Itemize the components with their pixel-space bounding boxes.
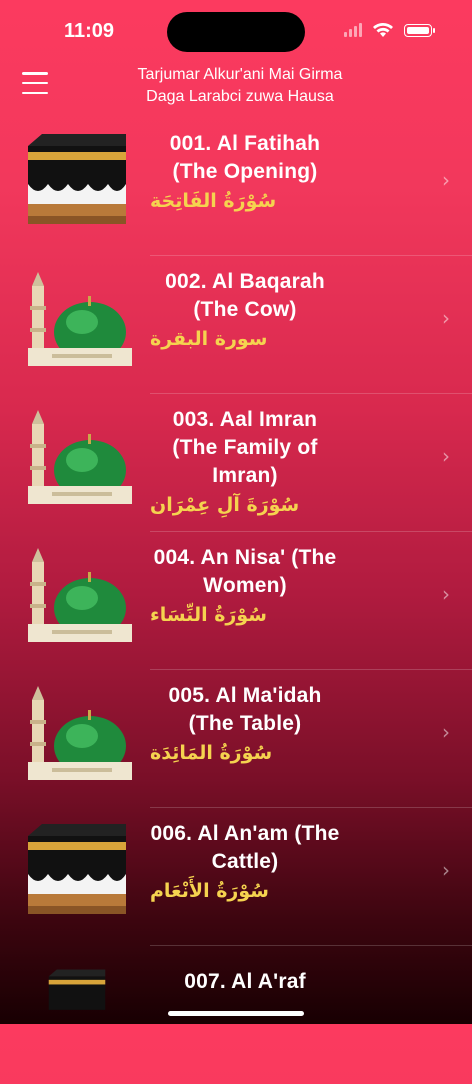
- nav-title-line2: Daga Larabci zuwa Hausa: [146, 88, 334, 105]
- surah-title: 007. Al A'raf: [184, 970, 306, 993]
- surah-row[interactable]: 002. Al Baqarah (The Cow) سورة البقرة ›: [0, 256, 472, 394]
- chevron-right-icon: ›: [442, 582, 450, 606]
- chevron-right-icon: ›: [442, 168, 450, 192]
- surah-row[interactable]: 003. Aal Imran (The Family of Imran) سُو…: [0, 394, 472, 532]
- menu-button[interactable]: [22, 72, 48, 94]
- surah-arabic-name: سُوْرَةُ الفَاتِحَة: [150, 190, 277, 212]
- chevron-right-icon: ›: [442, 444, 450, 468]
- status-time: 11:09: [64, 20, 115, 42]
- surah-texts: 003. Aal Imran (The Family of Imran) سُو…: [150, 406, 340, 520]
- surah-texts: 007. Al A'raf: [150, 968, 340, 996]
- surah-title: 001. Al Fatihah (The Opening): [169, 132, 321, 183]
- mosque-dome-icon: [28, 272, 132, 366]
- surah-title: 004. An Nisa' (The Women): [153, 546, 337, 597]
- surah-arabic-name: سُوْرَةُ النِّسَاء: [150, 604, 267, 626]
- kaaba-icon: [48, 969, 106, 1010]
- surah-texts: 005. Al Ma'idah (The Table) سُوْرَةُ الم…: [150, 682, 340, 768]
- menu-bar: [22, 81, 48, 85]
- surah-row[interactable]: 005. Al Ma'idah (The Table) سُوْرَةُ الم…: [0, 670, 472, 808]
- mosque-dome-icon: [28, 548, 132, 642]
- surah-title: 003. Aal Imran (The Family of Imran): [172, 408, 318, 487]
- surah-arabic-name: سورة البقرة: [150, 328, 268, 350]
- surah-title: 006. Al An'am (The Cattle): [150, 822, 340, 873]
- mosque-dome-icon: [28, 686, 132, 780]
- kaaba-icon: [28, 134, 126, 224]
- mosque-dome-icon: [28, 410, 132, 504]
- surah-list: 001. Al Fatihah (The Opening) سُوْرَةُ ا…: [0, 118, 472, 1084]
- surah-texts: 001. Al Fatihah (The Opening) سُوْرَةُ ا…: [150, 130, 340, 216]
- surah-row[interactable]: 006. Al An'am (The Cattle) سُوْرَةُ الأَ…: [0, 808, 472, 946]
- menu-bar: [22, 91, 48, 94]
- chevron-right-icon: ›: [442, 858, 450, 882]
- dynamic-island: [167, 12, 305, 52]
- surah-arabic-name: سُوْرَةَ آلِ عِمْرَان: [150, 494, 300, 516]
- nav-title: Tarjumar Alkur'ani Mai Girma Daga Larabc…: [90, 64, 390, 108]
- surah-arabic-name: سُوْرَةُ المَائِدَة: [150, 742, 273, 764]
- surah-title: 002. Al Baqarah (The Cow): [165, 270, 325, 321]
- chevron-right-icon: ›: [442, 306, 450, 330]
- cellular-signal-icon: [344, 23, 362, 37]
- chevron-right-icon: ›: [442, 720, 450, 744]
- surah-row[interactable]: 004. An Nisa' (The Women) سُوْرَةُ النِّ…: [0, 532, 472, 670]
- surah-row[interactable]: 001. Al Fatihah (The Opening) سُوْرَةُ ا…: [0, 118, 472, 256]
- kaaba-icon: [28, 824, 126, 914]
- surah-arabic-name: سُوْرَةُ الأَنْعَام: [150, 880, 269, 902]
- battery-icon: [404, 23, 435, 37]
- home-indicator[interactable]: [168, 1011, 304, 1016]
- menu-bar: [22, 72, 48, 75]
- nav-title-line1: Tarjumar Alkur'ani Mai Girma: [137, 66, 343, 83]
- status-icons: [344, 22, 435, 38]
- surah-texts: 004. An Nisa' (The Women) سُوْرَةُ النِّ…: [150, 544, 340, 630]
- surah-title: 005. Al Ma'idah (The Table): [168, 684, 322, 735]
- status-bar: 11:09: [0, 0, 472, 60]
- surah-texts: 006. Al An'am (The Cattle) سُوْرَةُ الأَ…: [150, 820, 340, 906]
- surah-texts: 002. Al Baqarah (The Cow) سورة البقرة: [150, 268, 340, 354]
- wifi-icon: [373, 23, 393, 37]
